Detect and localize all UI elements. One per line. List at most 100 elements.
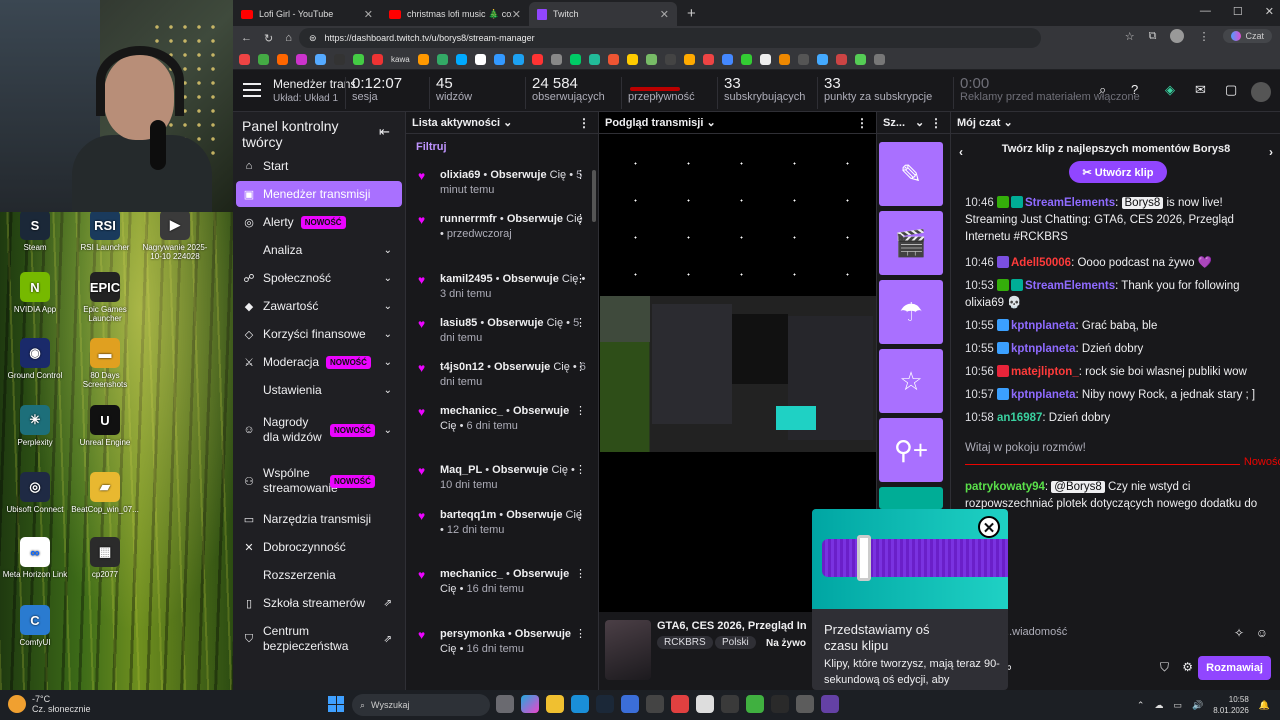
browser-tab[interactable]: christmas lofi music 🎄 cozy r...✕ (381, 2, 529, 26)
app-icon[interactable] (721, 695, 739, 713)
bookmark-icon[interactable] (607, 54, 619, 65)
chevron-right-icon[interactable]: › (1269, 145, 1273, 159)
activity-item[interactable]: ♥ t4js0n12 • Obserwuje Cię • 6 dni temu ⋮ (406, 360, 588, 390)
desktop-icon[interactable]: ▰ BeatCop_win_07... (70, 472, 140, 514)
add-user-button[interactable]: ⚲+ (879, 418, 943, 482)
prime-gem-icon[interactable]: ◈ (1165, 82, 1175, 98)
activity-feed-title[interactable]: Lista aktywności (412, 117, 500, 129)
chat-username[interactable]: StreamElements (1025, 197, 1115, 209)
kebab-menu-icon[interactable]: ⋮ (575, 212, 586, 227)
nav-item-home[interactable]: ⌂ Start (236, 153, 402, 179)
bookmark-icon[interactable] (854, 54, 866, 65)
chat-username[interactable]: StreamElements (1025, 280, 1115, 292)
chevron-down-icon[interactable]: ⌄ (384, 273, 392, 284)
desktop-icon[interactable]: ∞ Meta Horizon Link (0, 537, 70, 579)
bookmark-icon[interactable] (740, 54, 752, 65)
activity-item[interactable]: ♥ kamil2495 • Obserwuje Cię • 3 dni temu ⋮ (406, 272, 588, 302)
volume-icon[interactable]: 🔊 (1192, 700, 1203, 711)
bookmark-icon[interactable] (816, 54, 828, 65)
bookmark-star-icon[interactable]: ☆ (1125, 30, 1135, 43)
chevron-down-icon[interactable]: ⌄ (1003, 116, 1012, 129)
send-chat-button[interactable]: Rozmawiaj (1198, 656, 1271, 680)
kebab-menu-icon[interactable]: ⋮ (575, 316, 586, 331)
more-actions-button[interactable] (879, 487, 943, 509)
nav-item-settings[interactable]: Ustawienia ⌄ (236, 377, 402, 403)
desktop-icon[interactable]: ◉ Ground Control (0, 338, 70, 380)
chat-username[interactable]: matejlipton_ (1011, 366, 1079, 378)
activity-item[interactable]: ♥ barteqq1m • Obserwuje Cię • 12 dni temu… (406, 508, 588, 538)
profile-avatar[interactable] (1170, 29, 1185, 43)
edit-button[interactable]: ✎ (879, 142, 943, 206)
kebab-menu-icon[interactable]: ⋮ (575, 508, 586, 523)
desktop-icon[interactable]: RSI RSI Launcher (70, 210, 140, 252)
desktop-icon[interactable]: ✳ Perplexity (0, 405, 70, 447)
maximize-icon[interactable]: ☐ (1233, 5, 1243, 18)
activity-item[interactable]: ♥ runnerrmfr • Obserwuje Cię • przedwczor… (406, 212, 588, 242)
bookmark-icon[interactable] (569, 54, 581, 65)
bookmark-icon[interactable] (334, 54, 345, 65)
nav-item-tools[interactable]: ▭ Narzędzia transmisji (236, 506, 402, 532)
create-clip-button[interactable]: ✂ Utwórz klip (1069, 161, 1167, 183)
close-window-icon[interactable]: ✕ (1265, 5, 1274, 18)
bookmark-icon[interactable] (353, 54, 364, 65)
desktop-icon[interactable]: C ComfyUI (0, 605, 70, 647)
bookmark-icon[interactable] (531, 54, 543, 65)
chat-username[interactable]: an16987 (997, 412, 1042, 424)
help-icon[interactable]: ? (1131, 82, 1138, 97)
nav-item-collab[interactable]: ⚇ Wspólne streamowanie NOWOŚĆ (236, 462, 402, 500)
kebab-menu-icon[interactable]: ⋮ (575, 567, 586, 582)
nav-item-school[interactable]: ▯ Szkoła streamerów ⇗ (236, 590, 402, 616)
bookmark-icon[interactable] (721, 54, 733, 65)
chevron-down-icon[interactable]: ⌄ (384, 245, 392, 256)
preview-title[interactable]: Podgląd transmisji (605, 117, 703, 129)
nav-item-safety[interactable]: ⛉ Centrum bezpieczeństwa ⇗ (236, 618, 402, 660)
desktop-icon[interactable]: S Steam (0, 210, 70, 252)
file-explorer-icon[interactable] (546, 695, 564, 713)
bookmark-icon[interactable] (588, 54, 600, 65)
hamburger-menu-icon[interactable] (243, 83, 261, 97)
taskbar-search[interactable]: ⌕ Wyszukaj (352, 694, 490, 716)
desktop-icon[interactable]: EPIC Epic Games Launcher (70, 272, 140, 323)
activity-item[interactable]: ♥ olixia69 • Obserwuje Cię • 5 minut temu… (406, 168, 588, 198)
kebab-menu-icon[interactable]: ⋮ (578, 116, 590, 130)
kebab-menu-icon[interactable]: ⋮ (575, 404, 586, 419)
chevron-down-icon[interactable]: ⌄ (706, 116, 715, 129)
emote-picker-icon[interactable]: ☺ (1256, 626, 1268, 640)
extensions-icon[interactable]: ⧉ (1149, 30, 1157, 43)
activity-item[interactable]: ♥ mechanicc_ • Obserwuje Cię • 16 dni tem… (406, 567, 588, 597)
bookmark-icon[interactable] (759, 54, 771, 65)
url-field[interactable]: ⊜ https://dashboard.twitch.tv/u/borys8/s… (299, 28, 1041, 48)
bookmark-icon[interactable] (664, 54, 676, 65)
nav-item-community[interactable]: ☍ Społeczność ⌄ (236, 265, 402, 291)
activity-item[interactable]: ♥ persymonka • Obserwuje Cię • 16 dni tem… (406, 627, 588, 657)
bookmark-icon[interactable] (296, 54, 307, 65)
maps-icon[interactable] (646, 695, 664, 713)
new-tab-icon[interactable]: + (677, 5, 706, 26)
gear-icon[interactable]: ⚙ (1182, 660, 1193, 674)
nav-item-stream-manager[interactable]: ▣ Menedżer transmisji (236, 181, 402, 207)
bookmark-label[interactable]: kawa (391, 55, 410, 64)
layout-label[interactable]: Układ: Układ 1 (273, 93, 338, 104)
collapse-nav-icon[interactable]: ⇤ (379, 124, 390, 140)
bookmark-icon[interactable] (474, 54, 486, 65)
star-button[interactable]: ☆ (879, 349, 943, 413)
bookmark-icon[interactable] (315, 54, 326, 65)
bookmark-icon[interactable] (493, 54, 505, 65)
close-tab-icon[interactable]: ✕ (364, 8, 373, 21)
chat-username[interactable]: patrykowaty94 (965, 481, 1045, 493)
nav-item-content[interactable]: ◆ Zawartość ⌄ (236, 293, 402, 319)
chevron-left-icon[interactable]: ‹ (959, 145, 963, 159)
chevron-down-icon[interactable]: ⌄ (915, 116, 924, 129)
nav-item-alerts[interactable]: ◎ Alerty NOWOŚĆ (236, 209, 402, 235)
chat-title[interactable]: Mój czat (957, 117, 1000, 129)
bookmark-icon[interactable] (778, 54, 790, 65)
chevron-down-icon[interactable]: ⌄ (384, 425, 392, 436)
chat-username[interactable]: Adell50006 (1011, 257, 1071, 269)
copilot-chat-button[interactable]: Czat (1223, 29, 1272, 43)
app-icon[interactable] (746, 695, 764, 713)
back-icon[interactable]: ← (241, 32, 252, 44)
nav-item-analytics[interactable]: Analiza ⌄ (236, 237, 402, 263)
bookmark-icon[interactable] (239, 54, 250, 65)
chevron-down-icon[interactable]: ⌄ (384, 357, 392, 368)
menu-icon[interactable]: ⋮ (1198, 30, 1209, 43)
